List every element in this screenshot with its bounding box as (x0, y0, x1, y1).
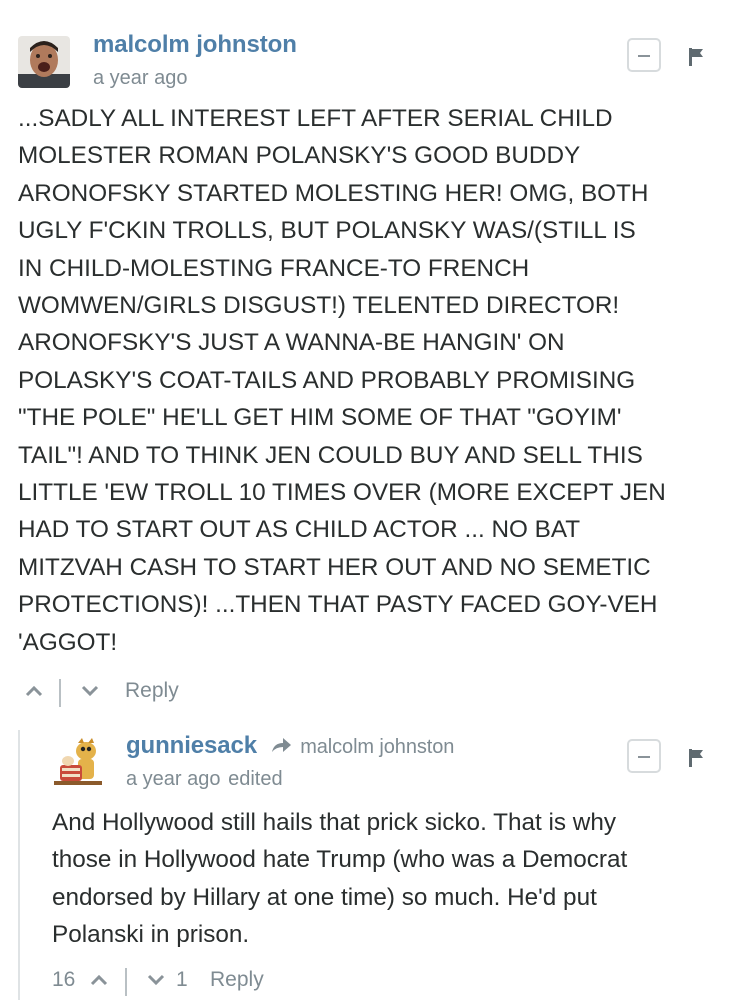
in-reply-to[interactable]: malcolm johnston (300, 736, 454, 758)
comment-timestamp[interactable]: a year ago (93, 67, 188, 90)
comment-body: ...SADLY ALL INTEREST LEFT AFTER SERIAL … (18, 105, 666, 656)
comment-author[interactable]: malcolm johnston (93, 31, 297, 59)
downvote-count: 1 (176, 968, 188, 991)
chevron-up-icon[interactable] (24, 684, 44, 698)
avatar-image (18, 36, 70, 88)
avatar[interactable] (52, 735, 104, 787)
comment-actions: Reply (18, 678, 318, 708)
edited-label: edited (228, 768, 283, 790)
vote-separator (59, 679, 61, 707)
chevron-down-icon[interactable] (80, 684, 100, 698)
avatar-image (52, 735, 104, 787)
comment: malcolm johnston a year ago ...SADLY ALL… (0, 0, 738, 715)
share-arrow-icon (271, 737, 291, 752)
reply-button[interactable]: Reply (210, 968, 264, 992)
reply-comment: gunniesack malcolm johnston a year ago e… (0, 715, 738, 1000)
avatar[interactable] (18, 36, 70, 88)
comment-timestamp[interactable]: a year ago (126, 768, 221, 790)
comment-meta: a year ago edited (126, 768, 283, 791)
upvote-count: 16 (52, 968, 76, 991)
comment-author-name[interactable]: gunniesack (126, 732, 257, 759)
chevron-down-icon[interactable] (146, 973, 166, 987)
comment-author[interactable]: gunniesack malcolm johnston (126, 732, 454, 760)
reply-button[interactable]: Reply (125, 679, 179, 703)
comment-actions: 16 1 Reply (52, 967, 372, 997)
collapse-button[interactable] (627, 38, 661, 72)
chevron-up-icon[interactable] (89, 973, 109, 987)
flag-icon[interactable] (688, 48, 704, 66)
vote-separator (125, 968, 127, 996)
collapse-button[interactable] (627, 739, 661, 773)
comment-body: And Hollywood still hails that prick sic… (52, 809, 628, 949)
flag-icon[interactable] (688, 749, 704, 767)
